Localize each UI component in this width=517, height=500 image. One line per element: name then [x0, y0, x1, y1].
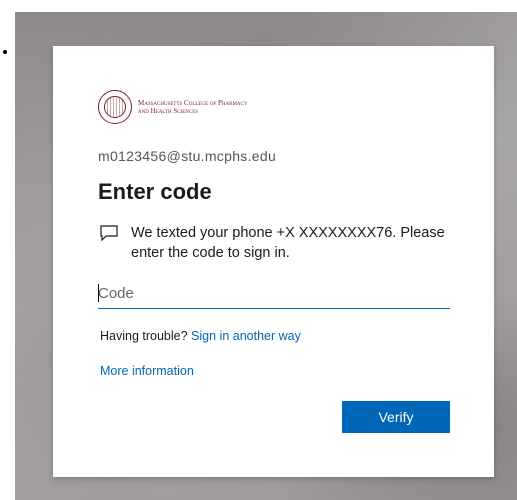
more-information-link[interactable]: More information — [100, 364, 194, 378]
sign-in-card: Massachusetts College of Pharmacy and He… — [53, 46, 494, 477]
sms-message: We texted your phone +X XXXXXXXX76. Plea… — [100, 223, 447, 263]
account-identity: m0123456@stu.mcphs.edu — [98, 148, 277, 164]
page-title: Enter code — [98, 179, 212, 204]
bullet-dot — [3, 50, 7, 54]
trouble-row: Having trouble? Sign in another way — [100, 329, 301, 343]
org-name-line2: and Health Sciences — [138, 107, 199, 115]
sign-in-another-way-link[interactable]: Sign in another way — [191, 329, 301, 343]
org-name-line1: Massachusetts College of Pharmacy — [138, 99, 248, 107]
org-logo: Massachusetts College of Pharmacy and He… — [98, 90, 248, 124]
trouble-label: Having trouble? — [100, 329, 188, 343]
message-text: We texted your phone +X XXXXXXXX76. Plea… — [131, 225, 445, 261]
org-name: Massachusetts College of Pharmacy and He… — [138, 99, 248, 115]
college-seal-icon — [98, 90, 132, 124]
verify-button[interactable]: Verify — [342, 401, 450, 433]
text-caret — [98, 284, 99, 302]
chat-bubble-icon — [100, 225, 118, 241]
code-input[interactable] — [98, 279, 450, 309]
